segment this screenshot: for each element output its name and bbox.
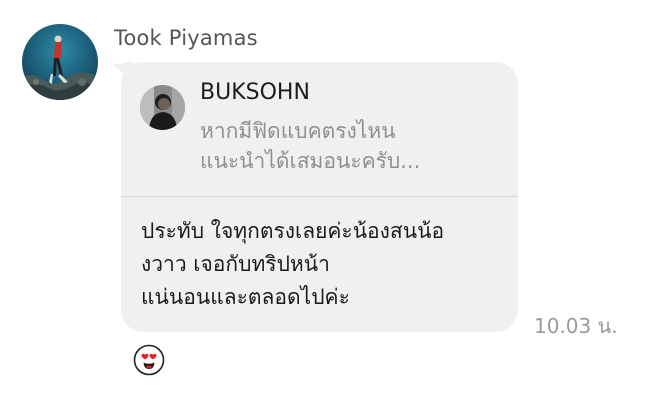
message-line: งวาว เจอกับทริปหน้า <box>141 252 330 276</box>
message-line: ประทับ ใจทุกตรงเลยค่ะน้องสนน้อ <box>141 219 445 243</box>
chat-thread: Took Piyamas BUKSOHN หากมีฟิดแบคตรงไหน แ… <box>0 0 670 396</box>
reply-author-avatar <box>140 85 185 130</box>
message-text[interactable]: ประทับ ใจทุกตรงเลยค่ะน้องสนน้อ งวาว เจอก… <box>141 215 511 314</box>
message-timestamp: 10.03 น. <box>534 314 618 338</box>
heart-eyes-emoji-icon <box>133 344 165 376</box>
sender-name: Took Piyamas <box>114 26 258 50</box>
reply-author-name: BUKSOHN <box>200 80 310 105</box>
diver-photo-avatar <box>22 24 98 100</box>
profile-photo-avatar <box>140 85 185 130</box>
reply-preview-line: หากมีฟิดแบคตรงไหน <box>200 119 396 143</box>
sender-avatar[interactable] <box>22 24 98 100</box>
reply-divider <box>121 196 518 197</box>
reply-preview-text: หากมีฟิดแบคตรงไหน แนะนำได้เสมอนะครับ... <box>200 116 500 176</box>
reply-preview-line: แนะนำได้เสมอนะครับ... <box>200 149 421 173</box>
reply-quote[interactable]: BUKSOHN หากมีฟิดแบคตรงไหน แนะนำได้เสมอนะ… <box>140 78 518 196</box>
message-line: แน่นอนและตลอดไปค่ะ <box>141 285 350 309</box>
reaction-badge[interactable] <box>133 344 165 376</box>
